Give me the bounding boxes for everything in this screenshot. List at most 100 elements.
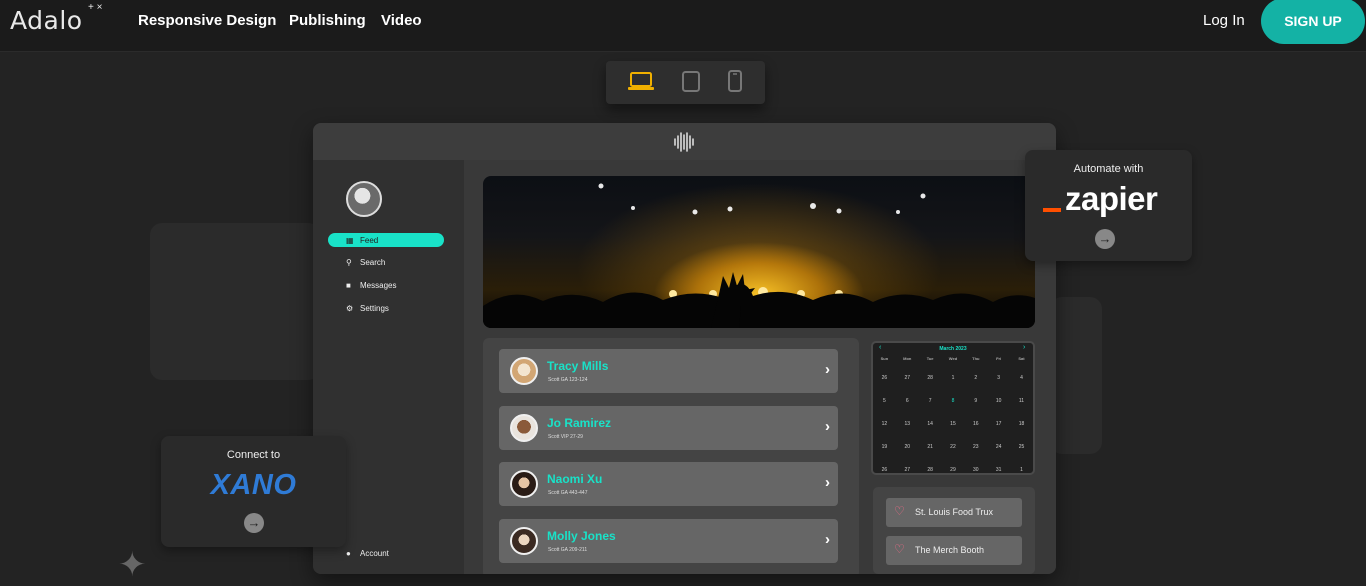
- tablet-icon[interactable]: [682, 70, 700, 97]
- chevron-right-icon: ›: [825, 474, 830, 491]
- calendar-title: March 2023: [939, 346, 967, 352]
- calendar-widget: ‹ March 2023 › Sun Mon Tue Wed Thu Fri S…: [871, 341, 1035, 475]
- calendar-dow: Wed: [948, 356, 958, 361]
- calendar-day[interactable]: 22: [943, 444, 963, 450]
- arrow-right-icon[interactable]: →: [1095, 229, 1115, 249]
- calendar-day[interactable]: 11: [1011, 398, 1031, 404]
- soundwave-logo-icon: [674, 132, 694, 152]
- calendar-day[interactable]: 19: [874, 444, 894, 450]
- venue-item[interactable]: ♡ The Merch Booth: [886, 536, 1022, 565]
- arrow-right-icon[interactable]: →: [244, 513, 264, 533]
- login-link[interactable]: Log In: [1203, 12, 1245, 29]
- chat-icon: ■: [346, 281, 351, 290]
- sidebar-item-search[interactable]: ⚲ Search: [328, 255, 444, 269]
- calendar-day[interactable]: 3: [989, 375, 1009, 381]
- adalo-logo[interactable]: Adalo: [10, 6, 83, 35]
- calendar-day[interactable]: 6: [897, 398, 917, 404]
- calendar-day[interactable]: 26: [874, 375, 894, 381]
- profile-avatar[interactable]: [346, 181, 382, 217]
- heart-icon[interactable]: ♡: [894, 505, 907, 518]
- calendar-next-icon[interactable]: ›: [1023, 344, 1025, 351]
- calendar-day[interactable]: 23: [966, 444, 986, 450]
- signup-button[interactable]: SIGN UP: [1261, 0, 1365, 44]
- device-switcher: [606, 61, 765, 104]
- calendar-day[interactable]: 20: [897, 444, 917, 450]
- chevron-right-icon: ›: [825, 418, 830, 435]
- calendar-day[interactable]: 28: [920, 467, 940, 473]
- calendar-day[interactable]: 21: [920, 444, 940, 450]
- list-item[interactable]: Tracy Mills Scott GA 123-124 ›: [499, 349, 838, 393]
- background-card-right: [1050, 297, 1102, 454]
- calendar-grid: Sun Mon Tue Wed Thu Fri Sat 26 27 28 1 2…: [873, 356, 1033, 481]
- sidebar-item-settings[interactable]: ⚙ Settings: [328, 301, 444, 315]
- avatar: [510, 527, 538, 555]
- calendar-day[interactable]: 5: [874, 398, 894, 404]
- calendar-day[interactable]: 10: [989, 398, 1009, 404]
- calendar-day[interactable]: 16: [966, 421, 986, 427]
- calendar-week: 12 13 14 15 16 17 18: [873, 412, 1033, 435]
- person-seat: Scott VIP 27-29: [548, 434, 583, 440]
- app-main: Tracy Mills Scott GA 123-124 › Jo Ramire…: [464, 160, 1056, 574]
- calendar-week: 26 27 28 29 30 31 1: [873, 458, 1033, 481]
- calendar-day[interactable]: 15: [943, 421, 963, 427]
- sidebar-item-feed[interactable]: ▦ Feed: [328, 233, 444, 247]
- calendar-day[interactable]: 1: [1011, 467, 1031, 473]
- top-nav: Adalo + × Responsive Design Publishing V…: [0, 0, 1366, 52]
- list-item[interactable]: Molly Jones Scott GA 209-211 ›: [499, 519, 838, 563]
- sidebar-item-label: Search: [360, 257, 386, 267]
- calendar-day-selected[interactable]: 8: [943, 398, 963, 404]
- calendar-day[interactable]: 12: [874, 421, 894, 427]
- account-icon: ●: [346, 549, 351, 558]
- sidebar-item-messages[interactable]: ■ Messages: [328, 278, 444, 292]
- calendar-dow: Sat: [1018, 356, 1025, 361]
- calendar-day[interactable]: 17: [989, 421, 1009, 427]
- list-item[interactable]: Naomi Xu Scott GA 443-447 ›: [499, 462, 838, 506]
- calendar-day[interactable]: 7: [920, 398, 940, 404]
- calendar-day[interactable]: 30: [966, 467, 986, 473]
- list-item[interactable]: Jo Ramirez Scott VIP 27-29 ›: [499, 406, 838, 450]
- calendar-dow-row: Sun Mon Tue Wed Thu Fri Sat: [873, 356, 1033, 366]
- calendar-day[interactable]: 28: [920, 375, 940, 381]
- sidebar-item-label: Messages: [360, 280, 397, 290]
- calendar-day[interactable]: 29: [943, 467, 963, 473]
- sidebar-item-account[interactable]: ● Account: [328, 546, 444, 560]
- calendar-day[interactable]: 14: [920, 421, 940, 427]
- nav-link-responsive-design[interactable]: Responsive Design: [138, 12, 276, 29]
- nav-link-publishing[interactable]: Publishing: [289, 12, 366, 29]
- calendar-day[interactable]: 4: [1011, 375, 1031, 381]
- chevron-right-icon: ›: [825, 531, 830, 548]
- laptop-icon[interactable]: [628, 70, 654, 97]
- search-icon: ⚲: [346, 258, 352, 267]
- calendar-week: 19 20 21 22 23 24 25: [873, 435, 1033, 458]
- logo-stars-icon: + ×: [88, 2, 103, 13]
- calendar-day[interactable]: 13: [897, 421, 917, 427]
- venue-label: The Merch Booth: [915, 545, 985, 555]
- calendar-day[interactable]: 27: [897, 375, 917, 381]
- heart-icon[interactable]: ♡: [894, 543, 907, 556]
- xano-integration-card: Connect to XANO →: [161, 436, 346, 547]
- chevron-right-icon: ›: [825, 361, 830, 378]
- nav-link-video[interactable]: Video: [381, 12, 422, 29]
- calendar-day[interactable]: 1: [943, 375, 963, 381]
- calendar-day[interactable]: 2: [966, 375, 986, 381]
- avatar: [510, 357, 538, 385]
- calendar-day[interactable]: 9: [966, 398, 986, 404]
- person-seat: Scott GA 209-211: [548, 547, 588, 553]
- sparkle-star-icon: ✦: [118, 546, 147, 584]
- calendar-day[interactable]: 31: [989, 467, 1009, 473]
- avatar: [510, 470, 538, 498]
- app-header: [313, 123, 1056, 160]
- background-card-left: [150, 223, 320, 380]
- person-name: Molly Jones: [547, 529, 616, 543]
- calendar-day[interactable]: 26: [874, 467, 894, 473]
- person-seat: Scott GA 123-124: [548, 377, 588, 383]
- zapier-logo-bar: [1043, 208, 1061, 212]
- calendar-dow: Mon: [903, 356, 912, 361]
- calendar-day[interactable]: 24: [989, 444, 1009, 450]
- venue-item[interactable]: ♡ St. Louis Food Trux: [886, 498, 1022, 527]
- grid-icon: ▦: [346, 236, 354, 245]
- phone-icon[interactable]: [728, 70, 742, 97]
- calendar-day[interactable]: 25: [1011, 444, 1031, 450]
- calendar-day[interactable]: 27: [897, 467, 917, 473]
- calendar-day[interactable]: 18: [1011, 421, 1031, 427]
